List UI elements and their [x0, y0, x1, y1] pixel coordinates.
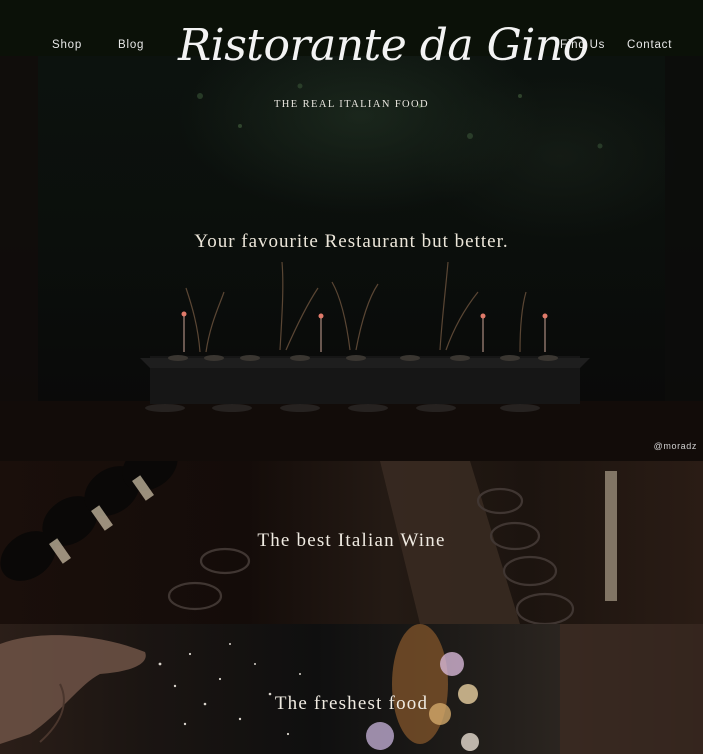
food-section[interactable]: The freshest food — [0, 624, 703, 754]
nav-link-blog[interactable]: Blog — [118, 39, 144, 51]
site-logo[interactable]: Ristorante da Gino — [178, 10, 589, 82]
photo-credit[interactable]: @moradz — [654, 441, 697, 451]
hero-section: Your favourite Restaurant but better. @m… — [0, 56, 703, 461]
nav-link-contact[interactable]: Contact — [627, 39, 672, 51]
nav-link-shop[interactable]: Shop — [52, 39, 82, 51]
wine-headline: The best Italian Wine — [257, 530, 446, 551]
site-tagline: THE REAL ITALIAN FOOD — [273, 99, 430, 110]
wine-section[interactable]: The best Italian Wine — [0, 461, 703, 624]
hero-background-image — [0, 56, 703, 461]
food-headline: The freshest food — [274, 693, 429, 714]
food-background-image — [0, 624, 703, 754]
hero-headline: Your favourite Restaurant but better. — [194, 231, 509, 252]
